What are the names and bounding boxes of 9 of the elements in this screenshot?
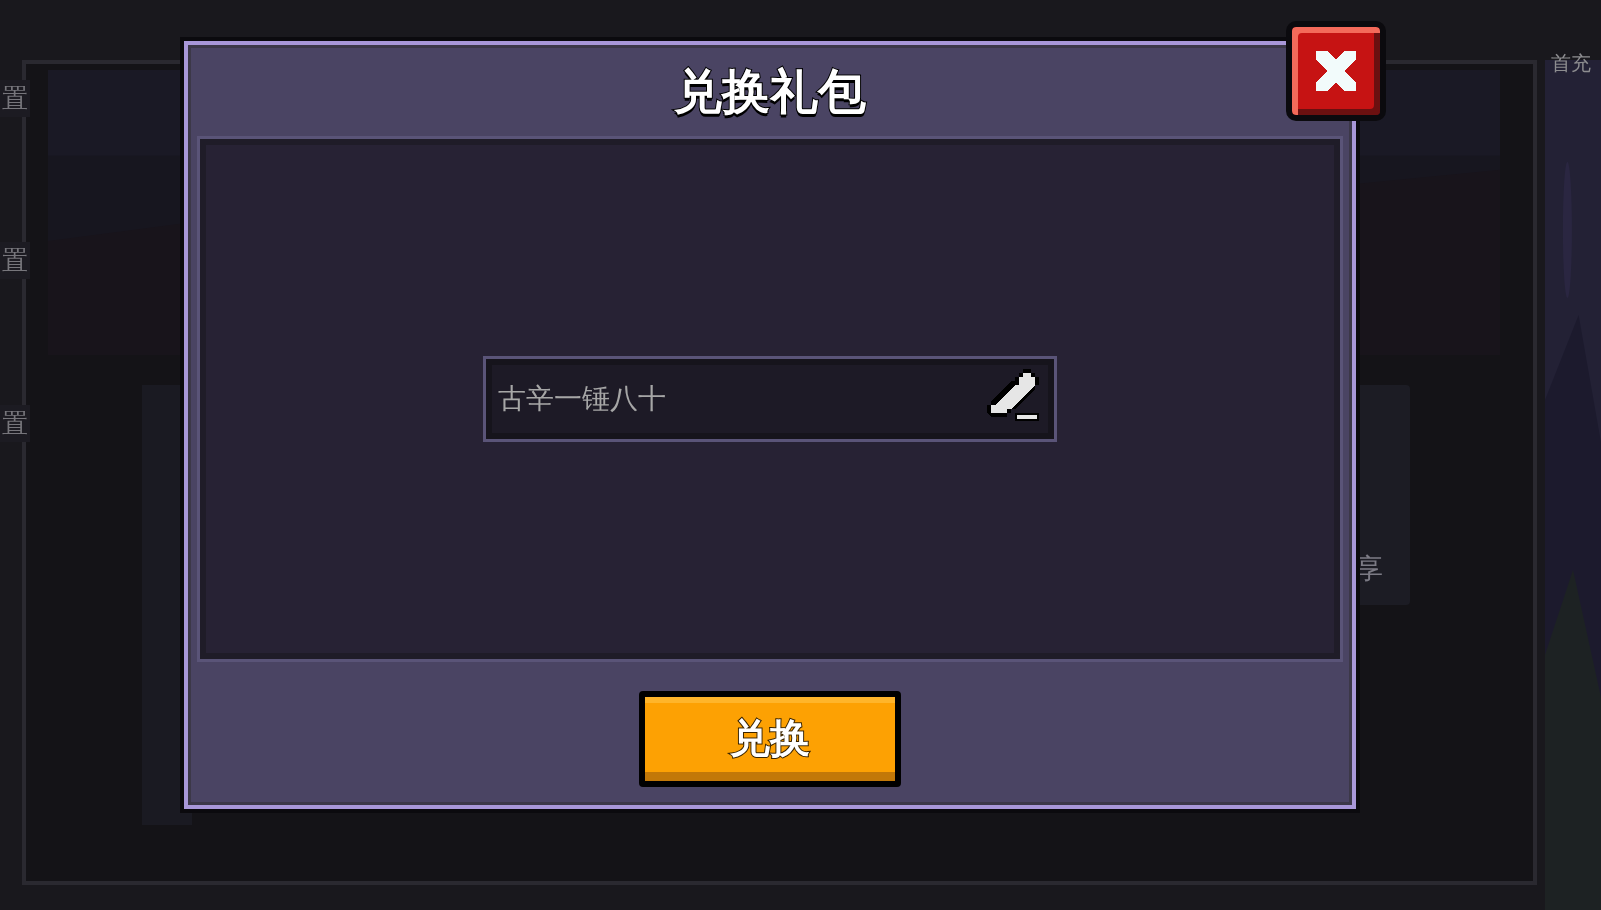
close-icon [1316, 51, 1356, 91]
tab-label[interactable]: 置 [0, 405, 30, 442]
dialog-title: 兑换礼包 [674, 63, 866, 121]
code-input-field[interactable]: 古辛一锤八十 [483, 355, 1057, 442]
tab-label[interactable]: 置 [0, 242, 30, 279]
first-charge-label[interactable]: 首充 [1551, 50, 1591, 77]
redeem-button[interactable]: 兑换 [639, 690, 901, 787]
close-button[interactable] [1286, 21, 1386, 121]
tab-label[interactable]: 置 [0, 80, 30, 117]
